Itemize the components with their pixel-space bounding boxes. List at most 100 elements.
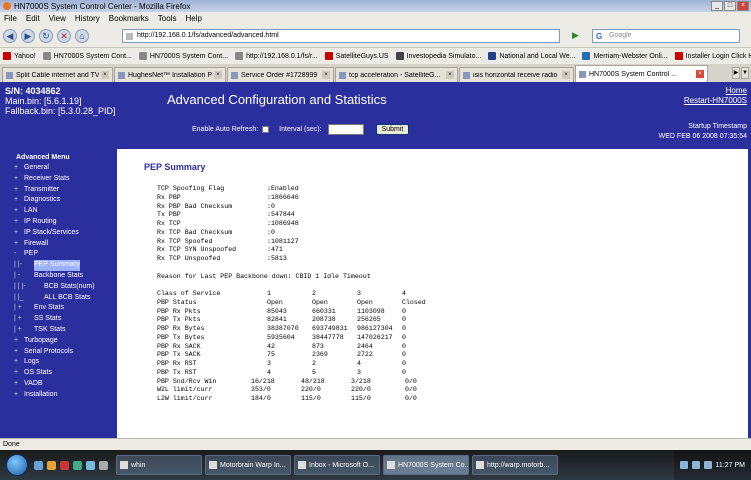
tab-close-icon[interactable]: ×: [562, 71, 570, 79]
quicklaunch-icon[interactable]: [60, 460, 69, 470]
menu-tree-marker: +: [14, 358, 19, 366]
tab-close-icon[interactable]: ×: [322, 71, 330, 79]
tray-icon[interactable]: [679, 461, 688, 469]
minimize-button[interactable]: _: [711, 1, 723, 11]
taskbar-button-label: Inbox - Microsoft O...: [309, 461, 374, 469]
menu-item[interactable]: + OS Stats: [0, 368, 117, 379]
forward-icon[interactable]: ▶: [21, 29, 35, 43]
menu-view[interactable]: View: [49, 14, 66, 23]
menu-help[interactable]: Help: [185, 14, 201, 23]
home-icon[interactable]: ⌂: [75, 29, 89, 43]
menu-file[interactable]: File: [4, 14, 17, 23]
menu-item[interactable]: + Serial Protocols: [0, 347, 117, 358]
pbp-table-cell: 5935604: [267, 333, 295, 341]
submit-button[interactable]: Submit: [375, 124, 410, 135]
menu-item[interactable]: | |_ ALL BCB Stats: [0, 293, 117, 304]
menu-item-label: Logs: [24, 358, 40, 366]
tray-icon[interactable]: [691, 461, 700, 469]
stat-row: Rx PBP Bad Checksum:0: [157, 203, 447, 212]
bookmark-icon: [3, 52, 11, 60]
menu-item[interactable]: - PEP: [0, 249, 117, 260]
menu-edit[interactable]: Edit: [26, 14, 40, 23]
quicklaunch-icon[interactable]: [99, 460, 108, 470]
stat-row: Tx PBP:547844: [157, 211, 447, 220]
bookmark-item[interactable]: National and Local We...: [488, 52, 575, 60]
home-link[interactable]: Home: [684, 86, 747, 96]
bookmark-label: http://192.168.0.1/fs/r...: [246, 52, 318, 60]
url-bar[interactable]: http://192.168.0.1/fs/advanced/advanced.…: [122, 29, 560, 43]
go-icon[interactable]: ▶: [572, 30, 579, 41]
interval-input[interactable]: [327, 124, 364, 135]
tab-close-icon[interactable]: ×: [214, 71, 222, 79]
restart-link[interactable]: Restart-HN7000S: [684, 96, 747, 106]
taskbar-button[interactable]: whin: [116, 455, 202, 475]
tab-close-icon[interactable]: ×: [101, 71, 109, 79]
auto-refresh-checkbox[interactable]: [262, 126, 270, 133]
bookmark-item[interactable]: Investopedia Simulato...: [395, 52, 481, 60]
menu-history[interactable]: History: [75, 14, 100, 23]
menu-item[interactable]: + General: [0, 163, 117, 174]
menu-tools[interactable]: Tools: [158, 14, 177, 23]
browser-tab[interactable]: Service Order #1728999 ×: [227, 67, 334, 82]
browser-tab[interactable]: HN7000S System Control ... ×: [575, 65, 708, 82]
reload-icon[interactable]: ↻: [39, 29, 53, 43]
maximize-button[interactable]: □: [724, 1, 736, 11]
menu-item[interactable]: + Diagnostics: [0, 195, 117, 206]
pbp-table-cell: 873: [312, 342, 324, 350]
menu-item[interactable]: | + TSK Stats: [0, 325, 117, 336]
tab-scroll-right-icon[interactable]: ▶: [732, 67, 740, 79]
tab-label: HughesNet™ Installation P...: [128, 71, 212, 79]
tray-icon[interactable]: [703, 461, 712, 469]
bookmark-icon: [488, 52, 497, 60]
bookmark-item[interactable]: Yahoo!: [3, 52, 36, 60]
menu-item[interactable]: | + Env Stats: [0, 303, 117, 314]
menu-item[interactable]: | + SS Stats: [0, 314, 117, 325]
stop-icon[interactable]: ✕: [57, 29, 71, 43]
menu-item[interactable]: + IP Stack/Services: [0, 228, 117, 239]
quicklaunch-icon[interactable]: [73, 460, 82, 470]
bookmark-item[interactable]: HN7000S System Cont...: [138, 52, 228, 60]
tab-close-icon[interactable]: ×: [446, 71, 454, 79]
quicklaunch-icon[interactable]: [86, 460, 95, 470]
main-bin: Main.bin: [5.6.1.19]: [5, 96, 82, 106]
tab-close-icon[interactable]: ×: [696, 70, 704, 78]
menu-item[interactable]: | |- PEP Summary: [0, 260, 117, 271]
browser-tab[interactable]: isis horizontal receive radio ... ×: [459, 67, 574, 82]
bookmark-item[interactable]: SatelliteGuys.US: [324, 52, 389, 60]
bookmark-item[interactable]: Installer Login Click H...: [674, 52, 751, 60]
bookmark-item[interactable]: http://192.168.0.1/fs/r...: [235, 52, 318, 60]
menu-item[interactable]: + Firewall: [0, 239, 117, 250]
menu-item[interactable]: + IP Routing: [0, 217, 117, 228]
pbp-limit-cell: L2W limit/curr: [157, 395, 213, 402]
menu-item[interactable]: + LAN: [0, 206, 117, 217]
taskbar-button[interactable]: HN7000S System Co...: [383, 455, 469, 475]
bookmark-item[interactable]: HN7000S System Cont...: [42, 52, 132, 60]
taskbar-button[interactable]: Motorbrain Warp In...: [205, 455, 291, 475]
show-desktop-icon[interactable]: [34, 460, 43, 470]
stat-row: Rx TCP:1086948: [157, 220, 447, 229]
search-input[interactable]: G Google: [592, 29, 740, 43]
menu-item[interactable]: + Receiver Stats: [0, 174, 117, 185]
browser-tab[interactable]: tcp acceleration - SatelliteG... ×: [335, 67, 458, 82]
menu-item[interactable]: + Transmitter: [0, 185, 117, 196]
tab-list-icon[interactable]: ▼: [741, 67, 749, 79]
clock[interactable]: 11:27 PM: [716, 462, 745, 469]
menu-item[interactable]: | | |- BCB Stats(num): [0, 282, 117, 293]
menu-item[interactable]: + Turbopage: [0, 336, 117, 347]
menu-item[interactable]: + Logs: [0, 357, 117, 368]
menu-item[interactable]: + Installation: [0, 390, 117, 401]
start-button[interactable]: [6, 454, 28, 476]
pbp-table-cell: 2: [312, 290, 316, 297]
close-window-button[interactable]: ×: [737, 1, 749, 11]
taskbar-button[interactable]: http://warp.motorb...: [472, 455, 558, 475]
back-icon[interactable]: ◀: [3, 29, 17, 43]
taskbar-button[interactable]: Inbox - Microsoft O...: [294, 455, 380, 475]
browser-tab[interactable]: Split Cable internet and TV ... ×: [2, 67, 113, 82]
search-placeholder: Google: [609, 32, 632, 39]
menu-item[interactable]: + VADB: [0, 379, 117, 390]
browser-tab[interactable]: HughesNet™ Installation P... ×: [114, 67, 226, 82]
bookmark-item[interactable]: Merriam-Webster Onli...: [582, 52, 668, 60]
quicklaunch-icon[interactable]: [47, 460, 56, 470]
menu-bookmarks[interactable]: Bookmarks: [109, 14, 149, 23]
menu-item[interactable]: | - Backbone Stats: [0, 271, 117, 282]
